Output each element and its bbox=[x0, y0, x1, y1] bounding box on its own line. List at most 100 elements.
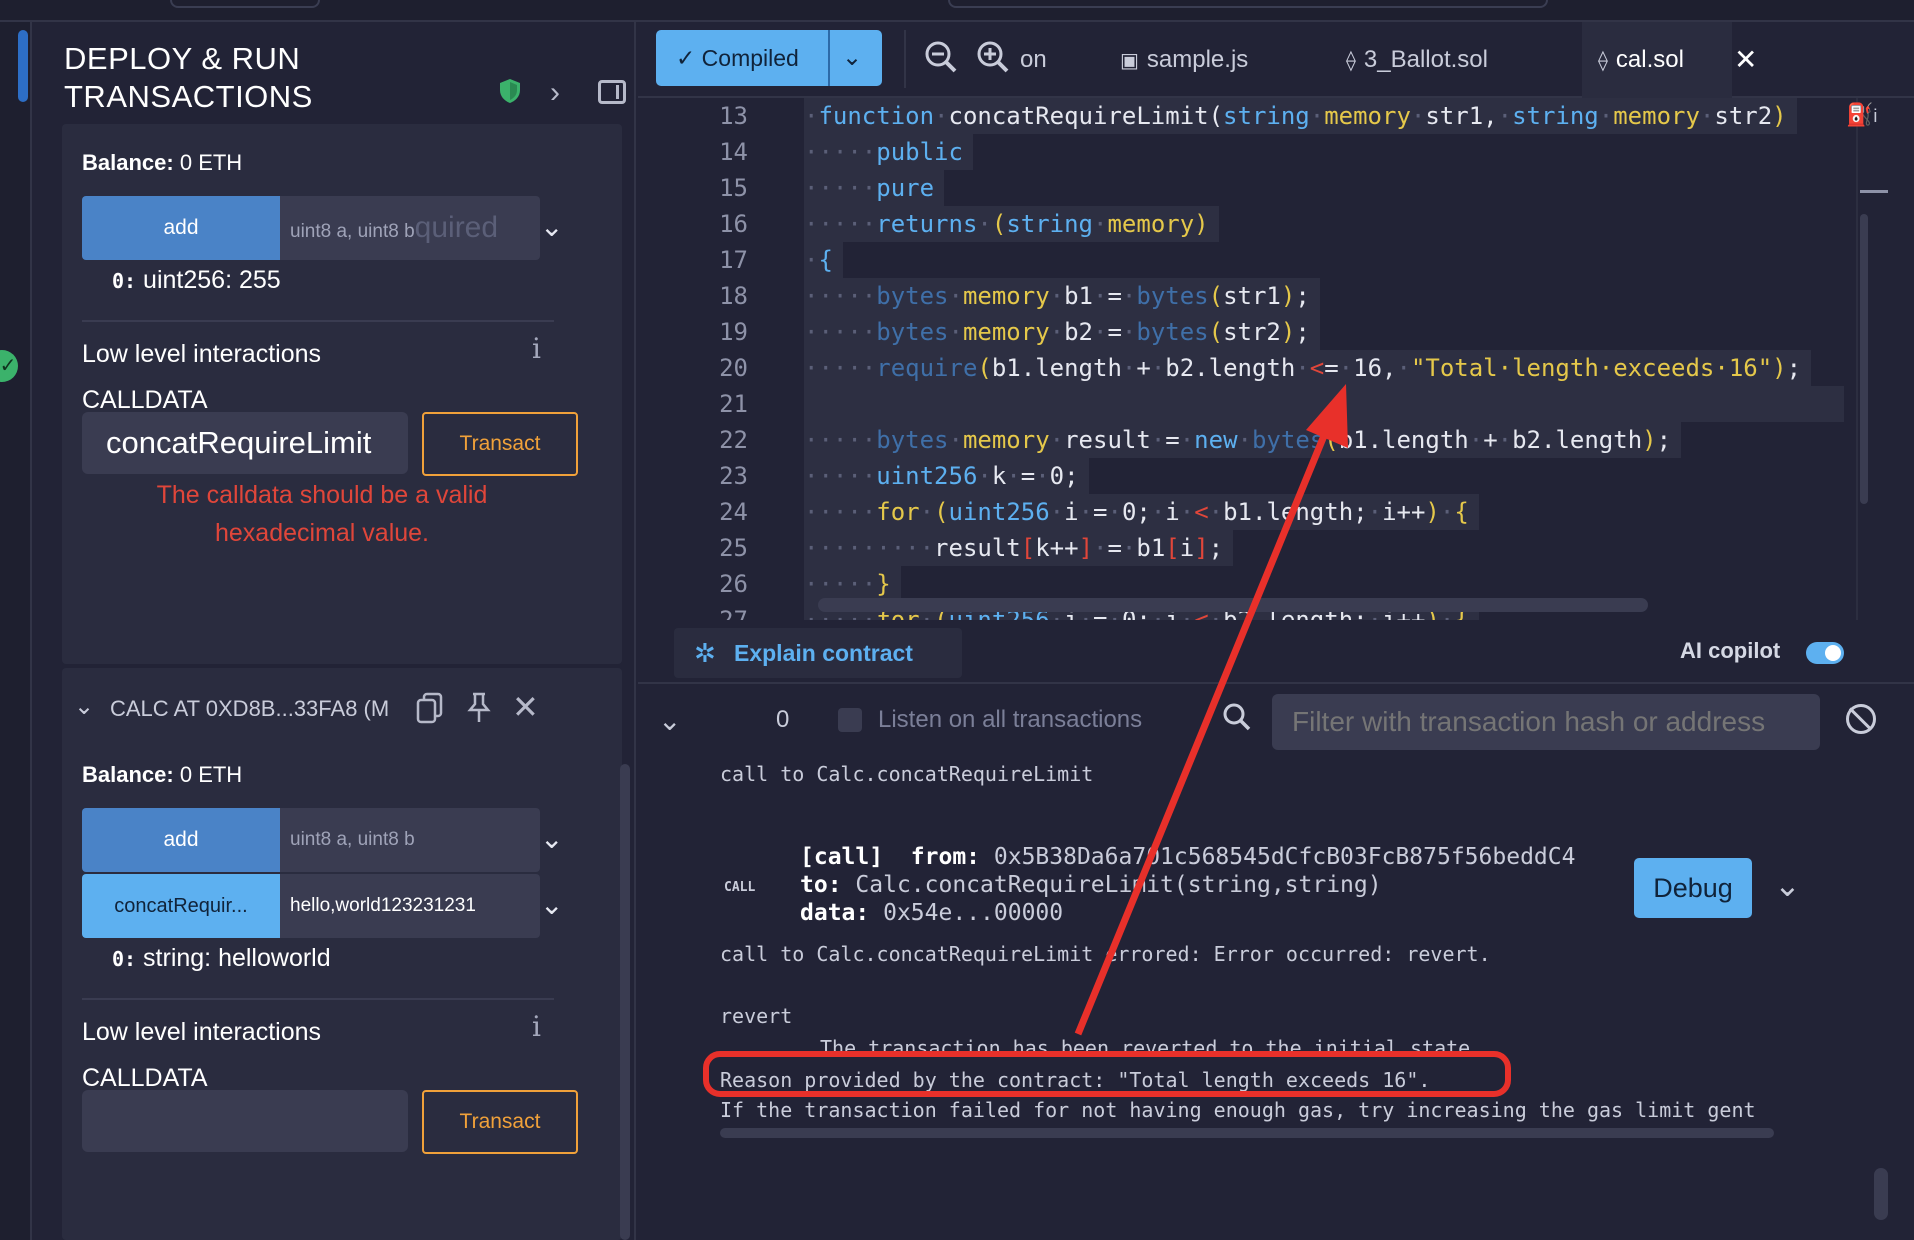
chevron-right-icon[interactable]: › bbox=[550, 76, 560, 110]
terminal-horizontal-scrollbar[interactable] bbox=[720, 1128, 1774, 1138]
balance: Balance: 0 ETH bbox=[82, 150, 243, 175]
panel-scrollbar[interactable] bbox=[620, 764, 630, 1240]
instance-header[interactable]: ⌄ CALC AT 0XD8B...33FA8 (M ✕ bbox=[74, 688, 614, 730]
solidity-file-icon: ⟠ bbox=[1346, 50, 1356, 72]
editor-scrollbar[interactable] bbox=[1860, 214, 1868, 504]
solidity-file-icon: ⟠ bbox=[1598, 50, 1608, 72]
listen-label: Listen on all transactions bbox=[878, 706, 1143, 733]
check-icon[interactable]: ✓ bbox=[0, 350, 18, 382]
code-line: 23 ·····uint256·k·=·0; bbox=[638, 458, 1914, 494]
rail-active-indicator bbox=[18, 30, 28, 102]
zoom-in-icon[interactable] bbox=[976, 40, 1010, 74]
ai-copilot-label: AI copilot bbox=[1680, 638, 1781, 663]
top-pill-center bbox=[948, 0, 1548, 8]
instance-card-2: ⌄ CALC AT 0XD8B...33FA8 (M ✕ Balance: 0 … bbox=[62, 668, 622, 1240]
transact-button[interactable]: Transact bbox=[422, 412, 578, 476]
calldata-input[interactable] bbox=[82, 1090, 408, 1152]
code-line: 26 ·····} bbox=[638, 566, 1914, 602]
chevron-down-icon[interactable]: ⌄ bbox=[842, 30, 862, 86]
listen-checkbox[interactable] bbox=[838, 708, 862, 732]
filter-input[interactable] bbox=[1272, 694, 1820, 750]
terminal-scrollbar[interactable] bbox=[1874, 1168, 1888, 1220]
add-button[interactable]: add bbox=[82, 196, 280, 260]
top-pill-left bbox=[170, 0, 320, 8]
explain-bar: ✲ Explain contract AI copilot bbox=[638, 620, 1914, 684]
tab-3-ballot-sol[interactable]: ⟠ 3_Ballot.sol bbox=[1346, 22, 1542, 98]
explain-contract-button[interactable]: ✲ Explain contract bbox=[674, 628, 962, 678]
call-badge: CALL bbox=[724, 880, 756, 895]
concat-require-limit-button[interactable]: concatRequir... bbox=[82, 874, 280, 938]
tx-from: [call] from: 0x5B38Da6a701c568545dCfcB03… bbox=[800, 844, 1576, 870]
compiled-button[interactable]: ✓ Compiled ⌄ bbox=[656, 30, 882, 86]
minimap-border bbox=[1856, 98, 1858, 620]
add-args-input[interactable]: uint8 a, uint8 b bbox=[280, 808, 540, 872]
code-line: 16 ·····returns·(string·memory) bbox=[638, 206, 1914, 242]
chevron-down-icon[interactable]: ⌄ bbox=[1774, 866, 1801, 904]
code-line: 21 bbox=[638, 386, 1914, 422]
terminal-line: If the transaction failed for not having… bbox=[720, 1098, 1756, 1122]
transact-button[interactable]: Transact bbox=[422, 1090, 578, 1154]
code-line: 15 ·····pure bbox=[638, 170, 1914, 206]
add-output: 0: uint256: 255 bbox=[112, 266, 281, 294]
calldata-label: CALLDATA bbox=[82, 1064, 208, 1092]
info-icon[interactable]: i bbox=[532, 332, 541, 365]
panel-title: DEPLOY & RUN TRANSACTIONS bbox=[64, 40, 384, 116]
ai-copilot-toggle[interactable] bbox=[1806, 642, 1844, 664]
minimap-marker bbox=[1860, 190, 1888, 193]
chevron-down-icon[interactable]: ⌄ bbox=[74, 692, 94, 721]
code-editor[interactable]: 13 ·function·concatRequireLimit(string·me… bbox=[638, 98, 1914, 620]
concat-args-input[interactable]: hello,world123231231 bbox=[280, 874, 540, 938]
icon-rail: ✓ bbox=[0, 22, 32, 1240]
chevron-down-icon[interactable]: ⌄ bbox=[540, 213, 566, 241]
function-row-concat: concatRequir... hello,world123231231 bbox=[82, 874, 540, 938]
code-line: 24 ·····for·(uint256·i·=·0;·i·<·b1.length… bbox=[638, 494, 1914, 530]
copy-icon[interactable] bbox=[416, 692, 444, 724]
editor-horizontal-scrollbar[interactable] bbox=[818, 598, 1648, 612]
low-level-label: Low level interactions bbox=[82, 340, 322, 368]
add-args-input[interactable]: uint8 a, uint8 bquired bbox=[280, 196, 540, 260]
js-file-icon: ▣ bbox=[1120, 50, 1139, 72]
instance-title: CALC AT 0XD8B...33FA8 (M bbox=[110, 696, 390, 721]
balance: Balance: 0 ETH bbox=[82, 762, 243, 787]
tab-bar: ✓ Compiled ⌄ on ▣ sample.js ⟠ 3_Ballot.sol… bbox=[638, 22, 1914, 98]
tab-sample-js[interactable]: ▣ sample.js bbox=[1120, 22, 1290, 98]
collapse-down-icon[interactable]: ⌄ bbox=[658, 704, 681, 737]
tx-to: to: Calc.concatRequireLimit(string,strin… bbox=[800, 872, 1382, 898]
pin-icon[interactable] bbox=[466, 692, 492, 724]
gas-pump-icon[interactable]: ⛽i bbox=[1846, 102, 1877, 128]
close-tab-icon[interactable]: ✕ bbox=[1734, 22, 1757, 98]
code-line: 19 ·····bytes·memory·b2·=·bytes(str2); bbox=[638, 314, 1914, 350]
terminal-line: The transaction has been reverted to the… bbox=[820, 1036, 1483, 1060]
clear-terminal-icon[interactable] bbox=[1846, 704, 1876, 734]
revert-reason: Reason provided by the contract: "Total … bbox=[720, 1068, 1431, 1092]
zoom-out-icon[interactable] bbox=[924, 40, 958, 74]
sparkle-icon: ✲ bbox=[694, 638, 716, 668]
shield-icon[interactable] bbox=[499, 78, 521, 104]
divider bbox=[82, 998, 554, 1000]
code-line: 20 ·····require(b1.length·+·b2.length·<=·… bbox=[638, 350, 1914, 386]
transaction-count: 0 bbox=[776, 706, 790, 733]
chevron-down-icon[interactable]: ⌄ bbox=[540, 891, 566, 919]
search-icon[interactable] bbox=[1222, 702, 1252, 732]
close-icon[interactable]: ✕ bbox=[512, 688, 539, 726]
code-line: 25 ·········result[k++]·=·b1[i]; bbox=[638, 530, 1914, 566]
calldata-input[interactable]: concatRequireLimit bbox=[82, 412, 408, 474]
concat-output: 0: string: helloworld bbox=[112, 944, 331, 972]
info-icon[interactable]: i bbox=[532, 1010, 541, 1043]
low-level-label: Low level interactions bbox=[82, 1018, 322, 1046]
panel-title-line1: DEPLOY & RUN bbox=[64, 41, 301, 76]
add-button[interactable]: add bbox=[82, 808, 280, 872]
debug-button[interactable]: Debug bbox=[1634, 858, 1752, 918]
tab-cal-sol[interactable]: ⟠ cal.sol ✕ bbox=[1582, 22, 1757, 98]
panel-toggle-icon[interactable] bbox=[598, 80, 626, 104]
terminal-line: call to Calc.concatRequireLimit errored:… bbox=[720, 942, 1491, 966]
top-strip bbox=[0, 0, 1914, 22]
instance-card-1: Balance: 0 ETH add uint8 a, uint8 bquire… bbox=[62, 124, 622, 664]
terminal-line: revert bbox=[720, 1004, 793, 1028]
terminal-line: call to Calc.concatRequireLimit bbox=[720, 762, 1094, 786]
panel-title-line2: TRANSACTIONS bbox=[64, 79, 313, 114]
chevron-down-icon[interactable]: ⌄ bbox=[540, 825, 566, 853]
divider bbox=[82, 320, 554, 322]
code-line: 22 ·····bytes·memory·result·=·new·bytes(b… bbox=[638, 422, 1914, 458]
function-row-add: add uint8 a, uint8 b bbox=[82, 808, 540, 872]
